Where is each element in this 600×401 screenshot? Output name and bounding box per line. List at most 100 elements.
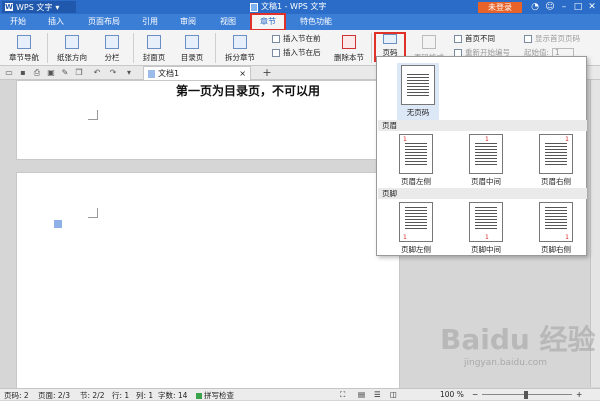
toc-icon [185, 35, 199, 49]
toc-page-button[interactable]: 目录页 [175, 31, 209, 65]
tab-page-layout[interactable]: 页面布局 [82, 14, 126, 30]
footer-section-title: 页脚 [378, 188, 587, 199]
tab-insert[interactable]: 插入 [40, 14, 72, 30]
undo-icon[interactable]: ↶ [92, 68, 102, 78]
option-header-left[interactable]: 1 页眉左侧 [399, 134, 433, 187]
print-preview-icon[interactable]: ▣ [46, 68, 56, 78]
cover-page-label: 封面页 [142, 53, 166, 62]
copy-icon[interactable]: ❐ [74, 68, 84, 78]
page-preview-icon: 1 [399, 134, 433, 174]
close-icon[interactable]: ✕ [586, 1, 598, 13]
zoom-in-icon[interactable]: + [576, 390, 582, 399]
option-label: 页脚右侧 [541, 245, 571, 254]
window-title-text: 文稿1 - WPS 文字 [261, 2, 327, 11]
document-page-2[interactable] [16, 172, 400, 392]
header-section-title: 页眉 [378, 120, 587, 131]
option-label: 页脚左侧 [401, 245, 431, 254]
open-folder-icon[interactable]: ▭ [4, 68, 14, 78]
app-menu-button[interactable]: W WPS 文字 ▾ [2, 1, 76, 13]
format-painter-icon[interactable]: ✎ [60, 68, 70, 78]
option-no-page-number[interactable]: 无页码 [397, 63, 439, 120]
chevron-down-icon: ▾ [55, 2, 60, 12]
page-preview-icon: 1 [399, 202, 433, 242]
zoom-level[interactable]: 100 % [440, 390, 464, 399]
outline-view-icon[interactable]: ☰ [374, 390, 381, 399]
page-number-icon [383, 34, 397, 44]
option-footer-center[interactable]: 1 页脚中间 [469, 202, 503, 255]
new-tab-button[interactable]: + [260, 66, 274, 80]
tab-view[interactable]: 视图 [212, 14, 244, 30]
option-header-center[interactable]: 1 页眉中间 [469, 134, 503, 187]
quick-access-more-icon[interactable]: ▾ [124, 68, 134, 78]
insert-after-label: 插入节在后 [283, 48, 321, 57]
maximize-icon[interactable]: □ [572, 1, 584, 13]
minimize-icon[interactable]: – [558, 1, 570, 13]
page-preview-icon: 1 [469, 134, 503, 174]
option-label: 页脚中间 [471, 245, 501, 254]
document-icon [148, 69, 155, 78]
feedback-icon[interactable]: ☺ [544, 1, 556, 13]
page-marker: 1 [485, 136, 489, 143]
tab-references[interactable]: 引用 [134, 14, 166, 30]
first-page-different-checkbox[interactable]: 首页不同 [454, 33, 495, 44]
page-preview-icon: 1 [469, 202, 503, 242]
option-footer-left[interactable]: 1 页脚左侧 [399, 202, 433, 255]
toc-page-label: 目录页 [180, 53, 204, 62]
status-section: 节: 2/2 [80, 391, 105, 400]
tab-start[interactable]: 开始 [2, 14, 34, 30]
page-view-icon[interactable]: ▤ [358, 390, 365, 399]
option-footer-right[interactable]: 1 页脚右侧 [539, 202, 573, 255]
close-tab-icon[interactable]: × [239, 69, 246, 78]
insert-section-before-button[interactable]: 插入节在前 [272, 33, 321, 44]
redo-icon[interactable]: ↷ [108, 68, 118, 78]
status-pages: 页面: 2/3 [38, 391, 70, 400]
skin-icon[interactable]: ◔ [529, 1, 541, 13]
window-title: 文稿1 - WPS 文字 [250, 0, 326, 14]
zoom-slider-handle[interactable] [524, 391, 528, 399]
status-word-count[interactable]: 字数: 14 [158, 390, 187, 401]
spell-check-button[interactable]: 拼写检查 [196, 390, 234, 401]
cover-page-button[interactable]: 封面页 [137, 31, 171, 65]
insert-before-icon [272, 34, 280, 43]
page-preview-icon [401, 65, 435, 105]
split-section-icon [233, 35, 247, 49]
columns-button[interactable]: 分栏 [97, 31, 127, 65]
page-marker: 1 [403, 136, 407, 143]
first-page-different-label: 首页不同 [465, 34, 495, 43]
cover-page-icon [147, 35, 161, 49]
print-icon[interactable]: ⎙ [32, 68, 42, 78]
page-marker: 1 [485, 234, 489, 241]
tab-review[interactable]: 审阅 [172, 14, 204, 30]
split-section-button[interactable]: 拆分章节 [220, 31, 260, 65]
web-view-icon[interactable]: ◫ [390, 390, 397, 399]
tab-special[interactable]: 特色功能 [292, 14, 340, 30]
status-row: 行: 1 [112, 391, 130, 400]
watermark-url: jingyan.baidu.com [464, 358, 548, 368]
paragraph-marker-icon[interactable] [54, 220, 62, 228]
tab-section[interactable]: 章节 [250, 13, 286, 31]
login-button[interactable]: 未登录 [478, 2, 522, 13]
page-format-icon [422, 35, 436, 49]
columns-label: 分栏 [104, 53, 120, 62]
spell-check-icon [196, 392, 202, 399]
orientation-label: 纸张方向 [57, 53, 87, 62]
delete-section-button[interactable]: 删除本节 [330, 31, 368, 65]
insert-section-after-button[interactable]: 插入节在后 [272, 47, 321, 58]
option-header-right[interactable]: 1 页眉右侧 [539, 134, 573, 187]
show-first-page-number-checkbox[interactable]: 显示首页页码 [524, 33, 580, 44]
save-icon[interactable]: ▪ [18, 68, 28, 78]
zoom-out-icon[interactable]: − [472, 390, 478, 399]
fullscreen-view-icon[interactable]: ⛶ [340, 390, 345, 400]
document-icon [250, 2, 258, 12]
orientation-button[interactable]: 纸张方向 [52, 31, 92, 65]
divider [47, 33, 48, 63]
spell-check-label: 拼写检查 [204, 391, 234, 400]
section-nav-button[interactable]: 章节导航 [4, 31, 44, 65]
page-marker: 1 [565, 136, 569, 143]
page-1-text: 第一页为目录页，不可以用 [176, 84, 321, 98]
delete-section-label: 删除本节 [334, 53, 364, 62]
document-tab[interactable]: 文档1 × [143, 66, 251, 80]
checkbox-icon [454, 34, 462, 43]
orientation-icon [65, 35, 79, 49]
page-marker: 1 [403, 234, 407, 241]
